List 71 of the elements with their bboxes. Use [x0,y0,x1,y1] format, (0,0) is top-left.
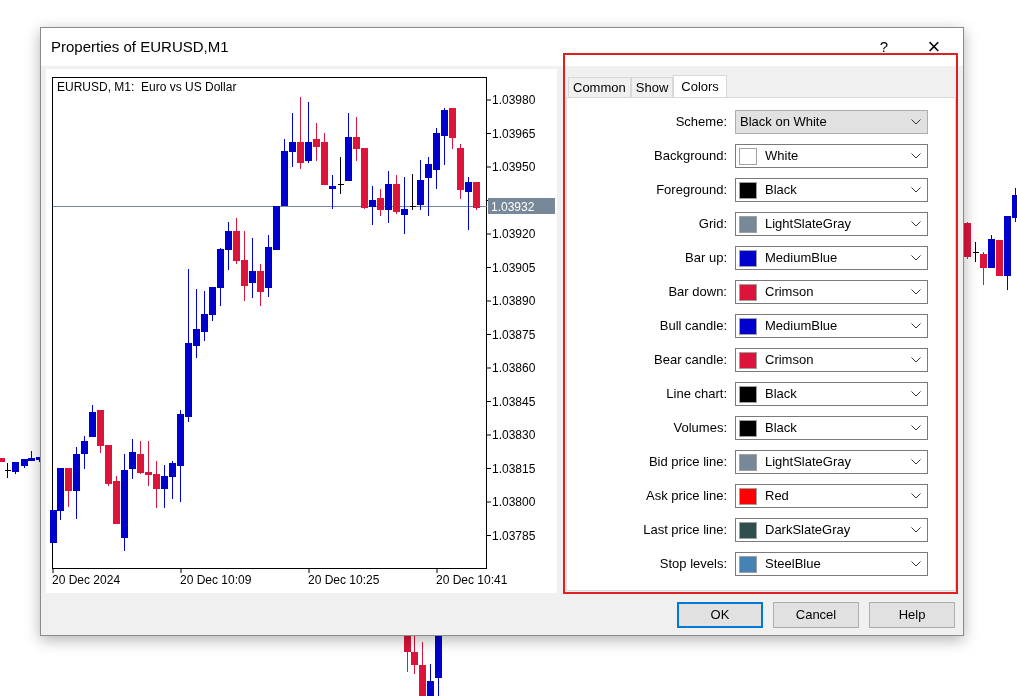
chevron-down-icon [911,357,921,363]
color-dropdown[interactable]: SteelBlue [735,552,928,576]
dialog-button[interactable]: Cancel [773,602,859,628]
tab[interactable]: Colors [673,75,727,97]
color-dropdown[interactable]: Black [735,178,928,202]
color-dropdown[interactable]: MediumBlue [735,314,928,338]
field-label: Bar up: [684,249,728,268]
chevron-down-icon [911,425,921,431]
time-label: 20 Dec 10:25 [308,573,380,587]
color-dropdown[interactable]: Crimson [735,280,928,304]
chevron-down-icon [911,459,921,465]
current-price-label: 1.03932 [488,198,555,214]
chevron-down-icon [911,527,921,533]
chevron-down-icon [911,153,921,159]
chevron-down-icon [911,255,921,261]
color-dropdown[interactable]: MediumBlue [735,246,928,270]
price-label: 1.03965 [492,126,536,141]
price-label: 1.03905 [492,260,536,275]
dialog-button[interactable]: OK [677,602,763,628]
field-label: Line chart: [665,385,728,404]
field-label: Bid price line: [647,453,728,472]
price-label: 1.03815 [492,461,536,476]
price-label: 1.03860 [492,361,536,375]
chart-title: EURUSD, M1: Euro vs US Dollar [57,80,237,94]
chevron-down-icon [911,119,921,125]
price-label: 1.03950 [492,160,536,174]
field-label: Last price line: [642,521,728,540]
color-dropdown[interactable]: DarkSlateGray [735,518,928,542]
field-label: Ask price line: [645,487,728,506]
field-label: Stop levels: [658,555,728,574]
chevron-down-icon [911,289,921,295]
chevron-down-icon [911,187,921,193]
close-button[interactable]: × [923,36,945,58]
chevron-down-icon [911,493,921,499]
price-label: 1.03875 [492,327,536,342]
color-dropdown[interactable]: Black [735,416,928,440]
chevron-down-icon [911,391,921,397]
price-label: 1.03920 [492,227,536,241]
field-label: Bull candle: [658,317,728,336]
chevron-down-icon [911,561,921,567]
chevron-down-icon [911,221,921,227]
dialog-button[interactable]: Help [869,602,955,628]
color-dropdown[interactable]: LightSlateGray [735,212,928,236]
price-label: 1.03980 [492,93,536,107]
candlestick-fragment-drawing [404,635,442,696]
field-label: Bear candle: [653,351,728,370]
color-dropdown[interactable]: Red [735,484,928,508]
field-label: Foreground: [655,181,728,200]
color-dropdown[interactable]: White [735,144,928,168]
field-label: Grid: [697,215,728,234]
color-dropdown[interactable]: Black [735,382,928,406]
scheme-dropdown[interactable]: Black on White [735,110,928,134]
color-dropdown[interactable]: LightSlateGray [735,450,928,474]
time-label: 20 Dec 2024 [52,573,121,587]
color-dropdown[interactable]: Crimson [735,348,928,372]
tab[interactable]: Common [568,77,631,97]
time-label: 20 Dec 10:09 [180,573,252,587]
field-label: Volumes: [672,419,728,438]
help-button[interactable]: ? [873,36,895,58]
window-title: Properties of EURUSD,M1 [51,36,229,57]
price-label: 1.03785 [492,528,536,543]
price-label: 1.03800 [492,495,536,509]
field-label: Scheme: [674,113,728,132]
field-label: Background: [653,147,728,166]
tab[interactable]: Show [630,77,674,97]
chevron-down-icon [911,323,921,329]
price-label: 1.03890 [492,294,536,308]
price-label: 1.03845 [492,394,536,409]
field-label: Bar down: [667,283,728,302]
time-label: 20 Dec 10:41 [436,573,508,587]
price-label: 1.03830 [492,428,536,442]
